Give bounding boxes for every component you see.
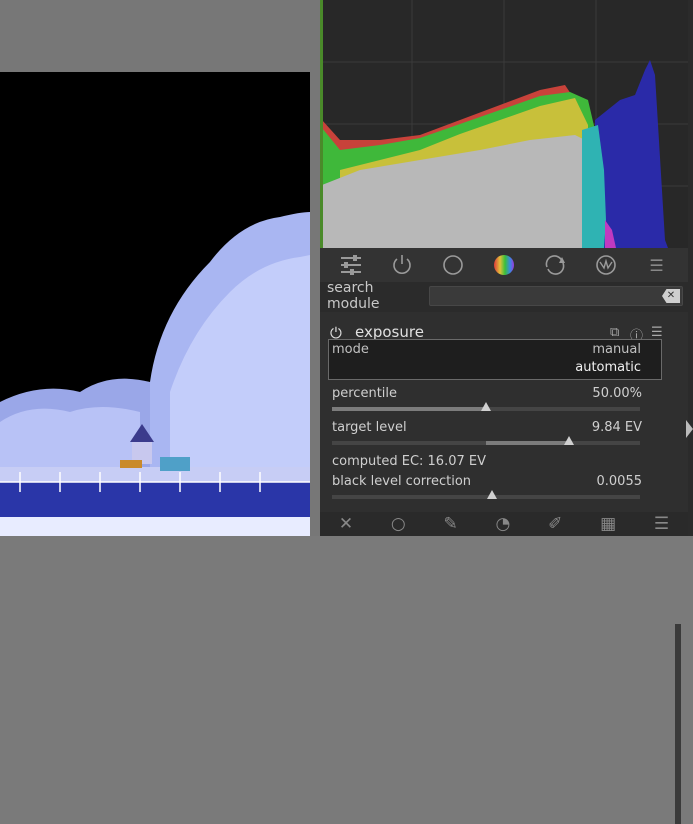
power-icon[interactable] xyxy=(388,251,416,279)
search-input[interactable]: ✕ xyxy=(429,286,683,306)
slider-label: target level xyxy=(332,420,407,435)
mode-option-automatic[interactable]: automatic xyxy=(575,360,641,375)
target-level-slider[interactable]: target level 9.84 EV xyxy=(332,420,644,450)
quick-access-icon[interactable] xyxy=(337,251,365,279)
slider-value: 50.00% xyxy=(592,386,642,401)
path-icon[interactable]: ◔ xyxy=(495,514,510,534)
menu-icon[interactable]: ☰ xyxy=(654,514,669,534)
slider-track[interactable] xyxy=(332,441,640,445)
pencil-icon[interactable]: ✎ xyxy=(443,514,457,534)
slider-thumb[interactable] xyxy=(487,490,498,499)
darkroom-canvas[interactable] xyxy=(0,0,320,536)
right-panel: ☰ search module ✕ ⏻ exposure ⧉ ⓘ ☰ mode … xyxy=(320,0,693,824)
scrollbar[interactable] xyxy=(675,624,681,824)
multi-instance-icon[interactable]: ⧉ xyxy=(610,325,619,340)
slider-fill xyxy=(332,407,486,411)
histogram[interactable] xyxy=(320,0,688,248)
preview-image[interactable] xyxy=(0,72,310,536)
circle-icon[interactable] xyxy=(439,251,467,279)
slider-value: 0.0055 xyxy=(596,474,643,489)
computed-ec: computed EC: 16.07 EV xyxy=(332,454,486,469)
checker-icon[interactable]: ▦ xyxy=(600,514,616,534)
slider-value: 9.84 EV xyxy=(591,420,642,435)
percentile-slider[interactable]: percentile 50.00% xyxy=(332,386,644,416)
black-level-slider[interactable]: black level correction 0.0055 xyxy=(332,474,644,504)
effect-icon[interactable] xyxy=(592,251,620,279)
slider-thumb[interactable] xyxy=(481,402,491,411)
brush-icon[interactable]: ✐ xyxy=(548,514,562,534)
clear-icon[interactable]: ✕ xyxy=(662,289,680,303)
menu-icon[interactable]: ☰ xyxy=(642,251,670,279)
negative-photo xyxy=(0,72,310,536)
rotate-icon[interactable] xyxy=(541,251,569,279)
slider-label: black level correction xyxy=(332,474,472,489)
slider-track[interactable] xyxy=(332,495,640,499)
exposure-module: ⏻ exposure ⧉ ⓘ ☰ mode manual automatic p… xyxy=(320,312,688,824)
collapse-panel-arrow-icon[interactable] xyxy=(686,420,693,438)
search-label: search module xyxy=(327,280,380,312)
close-icon[interactable]: ✕ xyxy=(339,514,353,534)
histogram-graph xyxy=(320,0,688,248)
color-wheel-icon[interactable] xyxy=(490,251,518,279)
circle-icon[interactable]: ○ xyxy=(391,514,406,534)
slider-thumb[interactable] xyxy=(564,436,575,445)
slider-fill xyxy=(486,441,570,445)
search-module-row: search module ✕ xyxy=(320,280,688,312)
presets-menu-icon[interactable]: ☰ xyxy=(651,325,663,340)
bottom-toolbar: ✕ ○ ✎ ◔ ✐ ▦ ☰ xyxy=(320,512,688,536)
module-group-toolbar: ☰ xyxy=(320,248,688,282)
slider-label: percentile xyxy=(332,386,398,401)
mode-option-manual[interactable]: manual xyxy=(592,342,641,357)
mode-dropdown[interactable]: mode manual automatic xyxy=(328,339,662,380)
mode-label: mode xyxy=(332,342,369,357)
